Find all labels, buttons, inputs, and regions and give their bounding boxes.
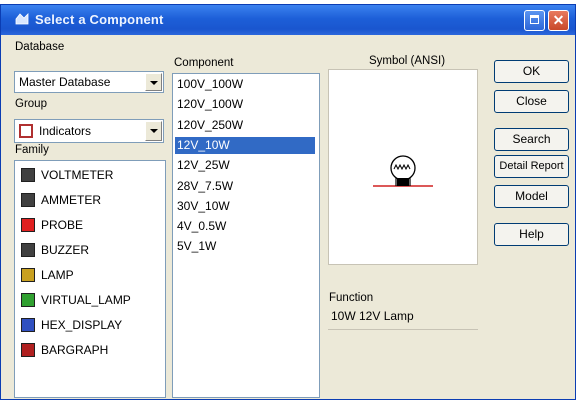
- component-item[interactable]: 4V_0.5W: [175, 218, 315, 235]
- family-item[interactable]: BUZZER: [19, 240, 169, 262]
- close-button[interactable]: Close: [494, 90, 569, 113]
- component-item[interactable]: 30V_10W: [175, 198, 315, 215]
- function-divider: [328, 329, 478, 330]
- indicators-icon: [19, 124, 33, 138]
- virtual-lamp-icon: [21, 293, 35, 307]
- title-bar[interactable]: Select a Component ✕: [1, 5, 575, 35]
- family-item[interactable]: LAMP: [19, 265, 169, 287]
- family-item-label: PROBE: [41, 218, 84, 232]
- family-item-label: BUZZER: [41, 243, 89, 257]
- lamp-symbol-icon: [373, 155, 433, 187]
- family-item-label: AMMETER: [41, 193, 101, 207]
- close-window-button[interactable]: ✕: [548, 10, 569, 31]
- database-value: Master Database: [19, 75, 111, 89]
- chevron-down-icon[interactable]: [145, 73, 162, 91]
- component-item[interactable]: 120V_250W: [175, 117, 315, 134]
- component-label: Component: [174, 57, 234, 69]
- family-item[interactable]: HEX_DISPLAY: [19, 315, 169, 337]
- component-item[interactable]: 100V_100W: [175, 76, 315, 93]
- window-title: Select a Component: [35, 12, 164, 27]
- bargraph-icon: [21, 343, 35, 357]
- family-item[interactable]: PROBE: [19, 215, 169, 237]
- ok-button[interactable]: OK: [494, 60, 569, 83]
- probe-icon: [21, 218, 35, 232]
- family-item-label: VOLTMETER: [41, 168, 114, 182]
- group-value: Indicators: [39, 124, 92, 138]
- voltmeter-icon: [21, 168, 35, 182]
- symbol-preview: [328, 69, 478, 265]
- app-icon: [15, 13, 29, 25]
- database-label: Database: [15, 41, 65, 53]
- family-list[interactable]: VOLTMETER AMMETER PROBE BUZZER LAMP VIRTUAL_L…: [14, 160, 166, 398]
- component-item[interactable]: 12V_25W: [175, 157, 315, 174]
- family-item[interactable]: VIRTUAL_LAMP: [19, 290, 169, 312]
- family-item[interactable]: BARGRAPH: [19, 340, 169, 362]
- component-item-selected[interactable]: 12V_10W: [175, 136, 315, 154]
- family-item[interactable]: VOLTMETER: [19, 165, 169, 187]
- search-button[interactable]: Search: [494, 128, 569, 151]
- buzzer-icon: [21, 243, 35, 257]
- group-label: Group: [15, 98, 47, 110]
- symbol-label: Symbol (ANSI): [369, 55, 446, 67]
- detail-report-button[interactable]: Detail Report: [494, 155, 569, 178]
- maximize-button[interactable]: [524, 10, 545, 31]
- select-component-dialog: Select a Component ✕ Database Master Dat…: [0, 4, 576, 400]
- group-select[interactable]: Indicators: [14, 119, 164, 143]
- family-item-label: VIRTUAL_LAMP: [41, 293, 131, 307]
- ammeter-icon: [21, 193, 35, 207]
- family-item-label: HEX_DISPLAY: [41, 318, 123, 332]
- family-item-label: BARGRAPH: [41, 343, 109, 357]
- close-icon: ✕: [552, 12, 565, 28]
- database-select[interactable]: Master Database: [14, 71, 164, 93]
- chevron-down-icon[interactable]: [145, 121, 162, 141]
- model-button[interactable]: Model: [494, 185, 569, 208]
- family-item-label: LAMP: [41, 268, 74, 282]
- component-item[interactable]: 5V_1W: [175, 238, 315, 255]
- function-label: Function: [329, 292, 374, 304]
- lamp-icon: [21, 268, 35, 282]
- component-item[interactable]: 28V_7.5W: [175, 178, 315, 195]
- function-value: 10W 12V Lamp: [331, 309, 414, 323]
- component-item[interactable]: 120V_100W: [175, 96, 315, 113]
- help-button[interactable]: Help: [494, 223, 569, 246]
- component-list[interactable]: 100V_100W 120V_100W 120V_250W 12V_10W 12V_25…: [172, 73, 320, 398]
- hex-display-icon: [21, 318, 35, 332]
- family-label: Family: [15, 144, 49, 156]
- family-item[interactable]: AMMETER: [19, 190, 169, 212]
